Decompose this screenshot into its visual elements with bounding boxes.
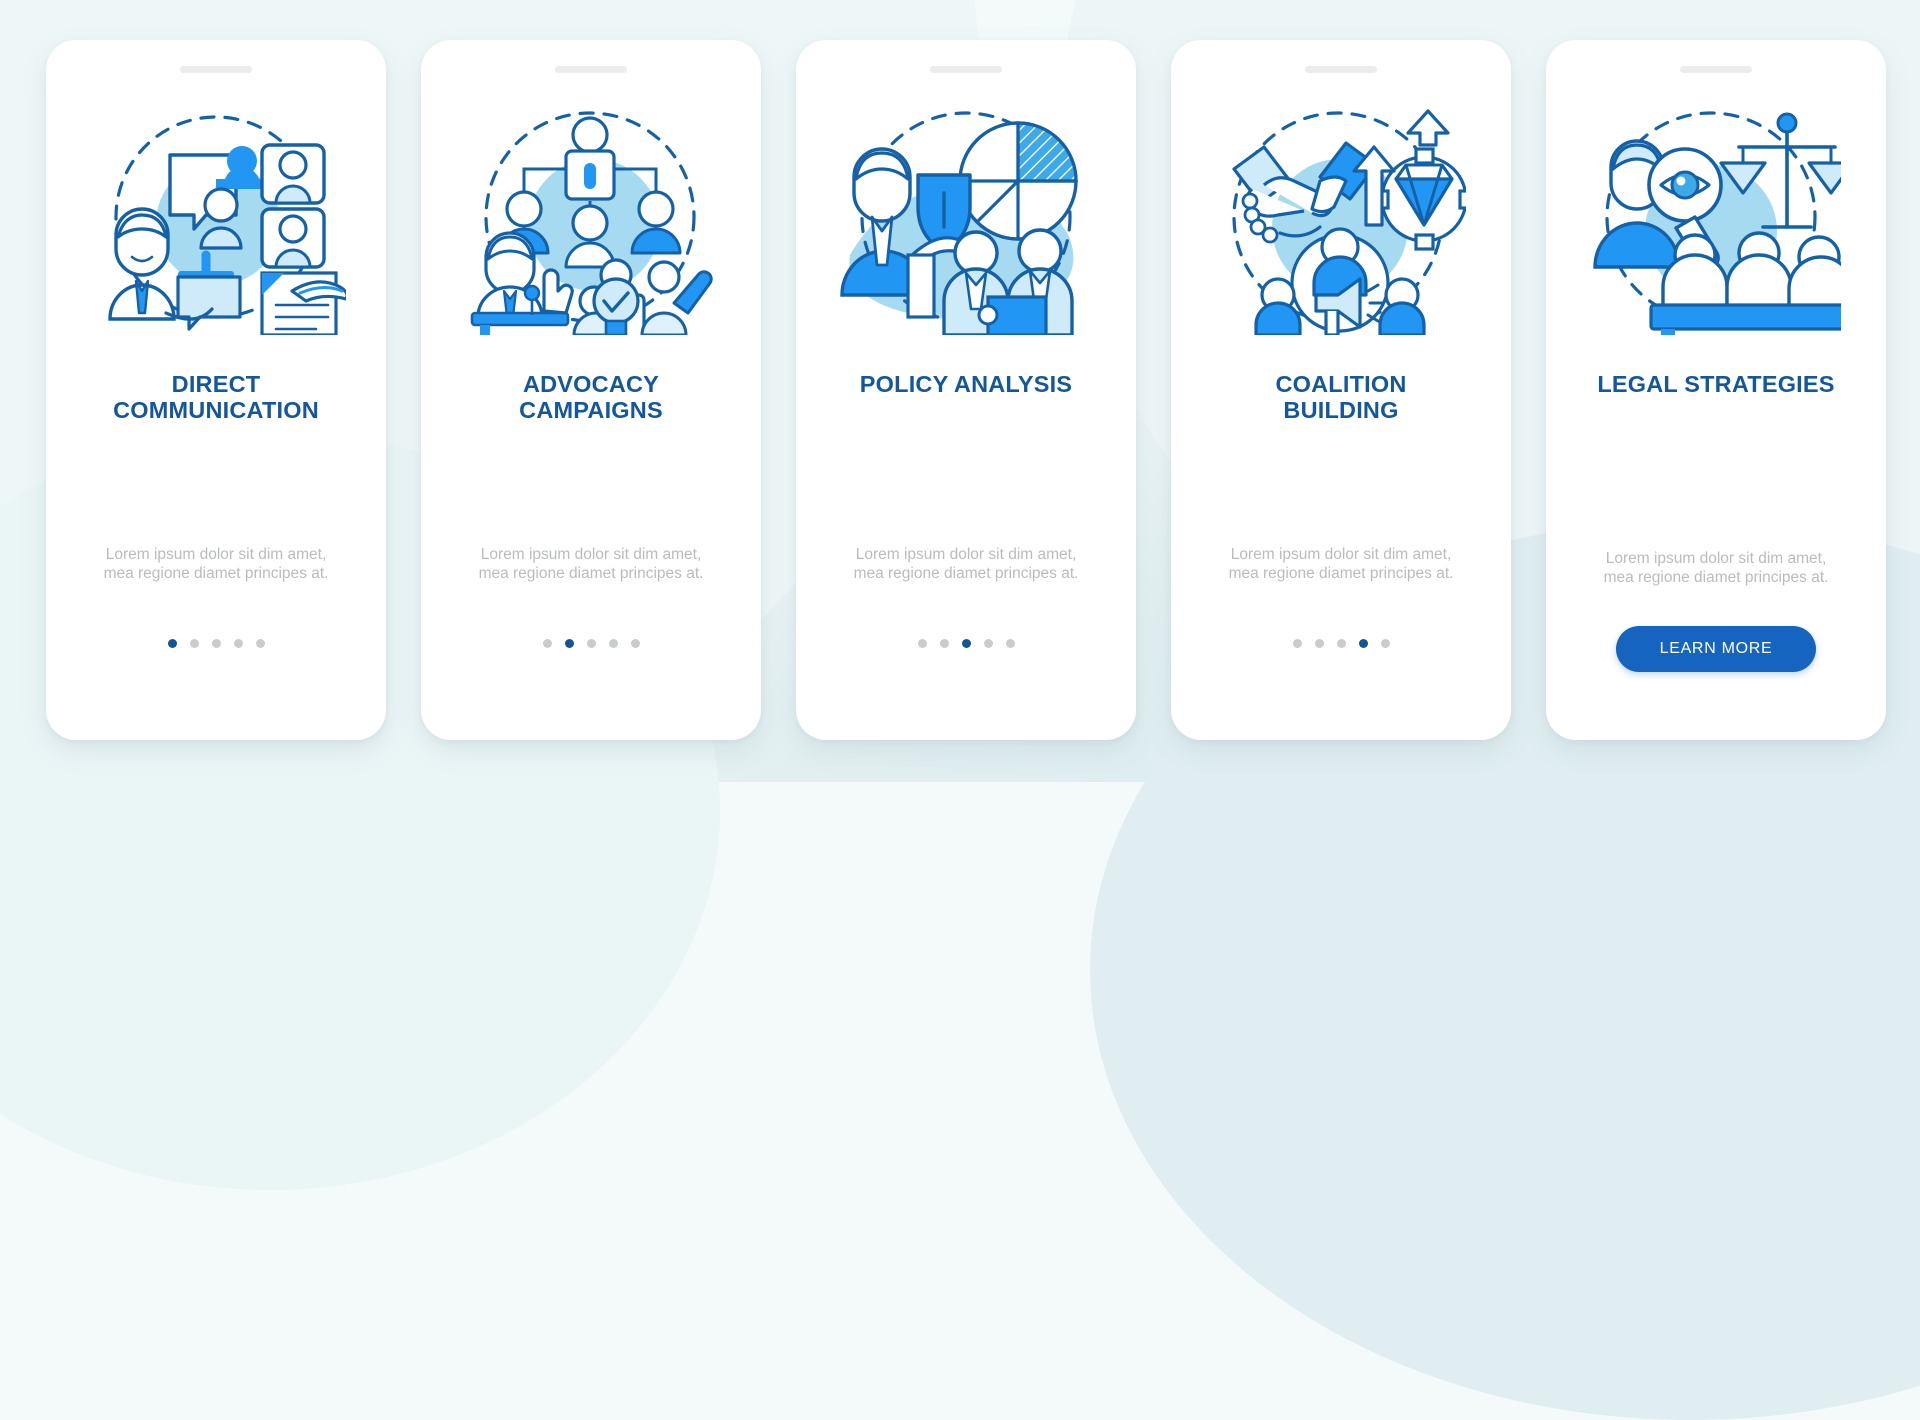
pagination-dot-4[interactable]	[1358, 638, 1368, 648]
pagination-dots[interactable]	[421, 638, 761, 648]
learn-more-button[interactable]: LEARN MORE	[1616, 626, 1816, 672]
pagination-dot-4[interactable]	[233, 638, 243, 648]
onboarding-screen-policy-analysis[interactable]: POLICY ANALYSIS Lorem ipsum dolor sit di…	[796, 40, 1136, 740]
pagination-dots[interactable]	[796, 638, 1136, 648]
card-description: Lorem ipsum dolor sit dim amet, mea regi…	[103, 546, 329, 583]
pagination-dot-2[interactable]	[1314, 638, 1324, 648]
pagination-dot-1[interactable]	[542, 638, 552, 648]
onboarding-screens-strip: DIRECT COMMUNICATION Lorem ipsum dolor s…	[0, 0, 1920, 782]
card-description: Lorem ipsum dolor sit dim amet, mea regi…	[478, 546, 704, 583]
advocacy-campaigns-illustration	[441, 95, 741, 345]
pagination-dot-5[interactable]	[630, 638, 640, 648]
page-title: ADVOCACY CAMPAIGNS	[446, 371, 736, 424]
pagination-dot-1[interactable]	[1292, 638, 1302, 648]
card-title-line-1: ADVOCACY	[522, 371, 660, 397]
phone-speaker-notch	[1680, 66, 1752, 73]
pagination-dots[interactable]	[1171, 638, 1511, 648]
card-title-line-1: COALITION	[1275, 371, 1407, 397]
onboarding-screen-coalition-building[interactable]: COALITION BUILDING Lorem ipsum dolor sit…	[1171, 40, 1511, 740]
card-title-line-1: POLICY ANALYSIS	[859, 371, 1073, 397]
pagination-dot-3[interactable]	[961, 638, 971, 648]
pagination-dot-3[interactable]	[1336, 638, 1346, 648]
pagination-dot-2[interactable]	[564, 638, 574, 648]
legal-strategies-illustration	[1566, 95, 1866, 345]
pagination-dots[interactable]	[46, 638, 386, 648]
card-title-line-1: DIRECT	[171, 371, 261, 397]
page-title: POLICY ANALYSIS	[821, 371, 1111, 397]
card-title-line-1: LEGAL STRATEGIES	[1597, 371, 1835, 397]
pagination-dot-2[interactable]	[189, 638, 199, 648]
page-title: COALITION BUILDING	[1196, 371, 1486, 424]
pagination-dot-5[interactable]	[1005, 638, 1015, 648]
page-title: DIRECT COMMUNICATION	[71, 371, 361, 424]
coalition-building-illustration	[1191, 95, 1491, 345]
onboarding-screen-advocacy-campaigns[interactable]: ADVOCACY CAMPAIGNS Lorem ipsum dolor sit…	[421, 40, 761, 740]
onboarding-screen-direct-communication[interactable]: DIRECT COMMUNICATION Lorem ipsum dolor s…	[46, 40, 386, 740]
policy-analysis-illustration	[816, 95, 1116, 345]
pagination-dot-1[interactable]	[167, 638, 177, 648]
pagination-dot-4[interactable]	[983, 638, 993, 648]
phone-speaker-notch	[1305, 66, 1377, 73]
pagination-dot-1[interactable]	[917, 638, 927, 648]
card-title-line-2: CAMPAIGNS	[519, 397, 663, 424]
phone-speaker-notch	[555, 66, 627, 73]
pagination-dot-5[interactable]	[1380, 638, 1390, 648]
pagination-dot-4[interactable]	[608, 638, 618, 648]
card-description: Lorem ipsum dolor sit dim amet, mea regi…	[1228, 546, 1454, 583]
direct-communication-illustration	[66, 95, 366, 345]
card-title-line-2: BUILDING	[1283, 397, 1399, 424]
pagination-dot-3[interactable]	[211, 638, 221, 648]
card-description: Lorem ipsum dolor sit dim amet, mea regi…	[1603, 550, 1829, 587]
pagination-dot-2[interactable]	[939, 638, 949, 648]
phone-speaker-notch	[180, 66, 252, 73]
pagination-dot-3[interactable]	[586, 638, 596, 648]
page-title: LEGAL STRATEGIES	[1571, 371, 1861, 397]
card-description: Lorem ipsum dolor sit dim amet, mea regi…	[853, 546, 1079, 583]
onboarding-screen-legal-strategies[interactable]: LEGAL STRATEGIES Lorem ipsum dolor sit d…	[1546, 40, 1886, 740]
pagination-dot-5[interactable]	[255, 638, 265, 648]
phone-speaker-notch	[930, 66, 1002, 73]
card-title-line-2: COMMUNICATION	[113, 397, 319, 424]
